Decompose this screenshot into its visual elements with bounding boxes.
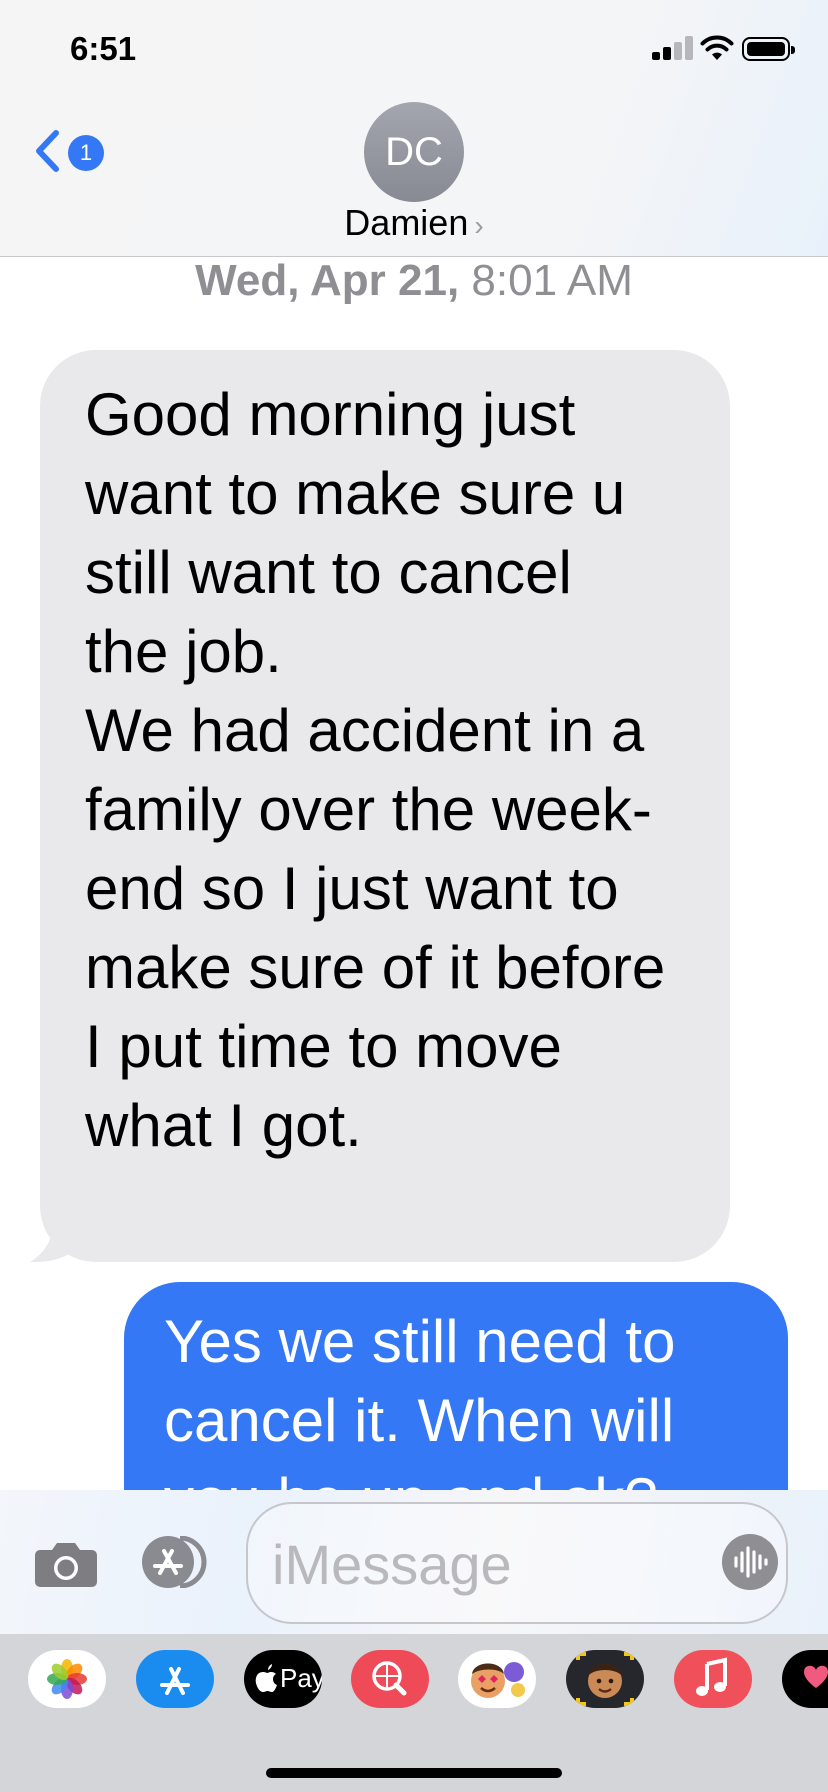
message-line: make sure of it before	[85, 934, 666, 1001]
apple-pay-app-button[interactable]: Pay	[244, 1650, 322, 1708]
message-line: the job.	[85, 618, 282, 685]
message-line: cancel it. When will	[164, 1387, 675, 1454]
chevron-left-icon	[36, 130, 59, 172]
audio-message-button[interactable]	[722, 1534, 778, 1590]
globe-search-icon	[372, 1661, 407, 1696]
contact-name: Damien	[344, 202, 469, 243]
contact-name-button[interactable]: Damien ›	[0, 202, 828, 244]
status-time: 6:51	[70, 30, 137, 67]
unread-count-badge: 1	[68, 135, 104, 171]
battery-icon	[742, 37, 795, 61]
message-line: family over the week-	[85, 776, 652, 843]
compose-bar: iMessage	[0, 1490, 828, 1634]
contact-avatar[interactable]: DC	[364, 102, 464, 202]
photos-icon	[47, 1659, 87, 1699]
wifi-icon	[700, 35, 734, 60]
digital-touch-icon	[804, 1665, 828, 1688]
message-line: Yes we still need to	[164, 1308, 676, 1375]
music-note-icon	[696, 1657, 727, 1696]
message-line: still want to cancel	[85, 539, 572, 606]
memoji-stickers-app-button[interactable]	[458, 1650, 536, 1708]
conversation-header: 6:51 1 DC Damien ›	[0, 0, 828, 257]
photos-app-button[interactable]	[28, 1650, 106, 1708]
chevron-right-icon: ›	[474, 210, 484, 241]
back-button[interactable]: 1	[28, 124, 108, 180]
memoji-stickers-icon	[471, 1662, 525, 1698]
message-timestamp: Wed, Apr 21, 8:01 AM	[0, 256, 828, 306]
message-line: end so I just want to	[85, 855, 619, 922]
app-store-icon	[160, 1667, 190, 1695]
camera-icon[interactable]	[34, 1538, 98, 1588]
imessage-app-drawer: Pay	[0, 1634, 828, 1792]
message-line: want to make sure u	[85, 460, 626, 527]
audio-waveform-icon	[734, 1546, 768, 1578]
home-indicator[interactable]	[266, 1768, 562, 1778]
apple-pay-label: Pay	[280, 1663, 322, 1693]
message-line: Good morning just	[85, 381, 576, 448]
web-search-app-button[interactable]	[351, 1650, 429, 1708]
timestamp-day: Wed, Apr 21,	[195, 256, 460, 305]
message-input-placeholder: iMessage	[272, 1533, 512, 1596]
digital-touch-app-button[interactable]	[782, 1650, 828, 1708]
memoji-icon	[576, 1652, 634, 1706]
message-input[interactable]: iMessage	[246, 1502, 788, 1624]
incoming-message-bubble[interactable]: Good morning just want to make sure u st…	[40, 350, 730, 1262]
memoji-app-button[interactable]	[566, 1650, 644, 1708]
app-store-icon[interactable]	[140, 1536, 212, 1588]
message-line: what I got.	[85, 1092, 362, 1159]
music-app-button[interactable]	[674, 1650, 752, 1708]
cellular-signal-icon	[652, 36, 696, 60]
timestamp-time: 8:01 AM	[459, 256, 633, 305]
message-line: We had accident in a	[85, 697, 645, 764]
message-line: I put time to move	[85, 1013, 562, 1080]
app-store-app-button[interactable]	[136, 1650, 214, 1708]
